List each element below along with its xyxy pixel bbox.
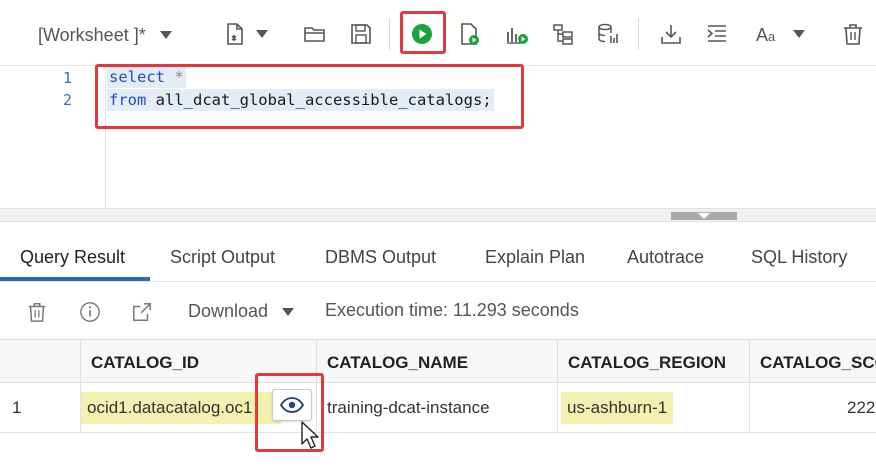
new-worksheet-button[interactable] bbox=[218, 18, 252, 50]
explain-plan-button[interactable] bbox=[500, 18, 534, 50]
run-script-icon bbox=[461, 23, 479, 45]
clear-output-icon bbox=[598, 23, 618, 43]
mouse-cursor-icon bbox=[301, 421, 319, 449]
catalog-scope-value: 222 bbox=[847, 398, 876, 417]
execution-time: Execution time: 11.293 seconds bbox=[325, 300, 579, 320]
tab-dbms-output[interactable]: DBMS Output bbox=[325, 222, 436, 282]
code-line[interactable]: from all_dcat_global_accessible_catalogs… bbox=[107, 89, 494, 111]
column-header[interactable]: CATALOG_REGION bbox=[557, 340, 749, 384]
line-number: 1 bbox=[62, 69, 72, 87]
save-button[interactable] bbox=[344, 18, 378, 50]
table-row[interactable]: 1 ocid1.datacatalog.oc1 training-dcat-in… bbox=[0, 383, 876, 433]
toolbar-divider bbox=[638, 18, 639, 50]
save-icon bbox=[351, 24, 371, 44]
sql-keyword: from bbox=[109, 91, 147, 109]
autotrace-button[interactable] bbox=[546, 18, 580, 50]
chevron-down-icon bbox=[282, 307, 295, 316]
new-worksheet-icon bbox=[227, 23, 243, 45]
chevron-down-icon bbox=[159, 31, 172, 39]
worksheet-label: [Worksheet ]* bbox=[38, 24, 146, 45]
font-case-menu-icon[interactable] bbox=[793, 30, 805, 38]
external-link-icon bbox=[133, 303, 151, 321]
gutter-divider bbox=[105, 66, 106, 208]
svg-text:a: a bbox=[768, 29, 776, 44]
catalog-name-cell[interactable]: training-dcat-instance bbox=[316, 383, 557, 433]
delete-icon bbox=[844, 24, 862, 45]
format-button[interactable] bbox=[700, 18, 734, 50]
open-button[interactable] bbox=[298, 18, 332, 50]
download-button[interactable] bbox=[654, 18, 688, 50]
line-number: 2 bbox=[62, 91, 72, 109]
explain-plan-icon bbox=[507, 28, 528, 44]
run-statement-button[interactable] bbox=[405, 18, 439, 50]
autotrace-icon bbox=[553, 24, 573, 45]
row-number-header bbox=[0, 340, 80, 384]
row-number: 1 bbox=[12, 398, 22, 417]
tab-explain-plan[interactable]: Explain Plan bbox=[485, 222, 585, 282]
column-header[interactable]: CATALOG_NAME bbox=[316, 340, 557, 384]
clear-output-button[interactable] bbox=[591, 18, 625, 50]
sql-text: * bbox=[165, 68, 184, 86]
download-icon bbox=[661, 25, 681, 44]
sql-text: all_dcat_global_accessible_catalogs; bbox=[146, 91, 492, 109]
results-toolbar: Download Execution time: 11.293 seconds bbox=[0, 283, 876, 339]
open-in-new-button[interactable] bbox=[129, 299, 155, 325]
worksheet-selector[interactable]: [Worksheet ]* bbox=[38, 22, 172, 48]
tab-script-output[interactable]: Script Output bbox=[170, 222, 275, 282]
column-header[interactable]: CATALOG_ID bbox=[80, 340, 316, 384]
sql-keyword: select bbox=[109, 68, 165, 86]
catalog-region-cell[interactable]: us-ashburn-1 bbox=[557, 383, 749, 433]
svg-text:A: A bbox=[756, 25, 768, 45]
catalog-scope-cell[interactable]: 222 bbox=[749, 383, 876, 433]
output-tabs: Query Result Script Output DBMS Output E… bbox=[0, 222, 876, 282]
worksheet-toolbar: [Worksheet ]* A a bbox=[0, 0, 876, 66]
info-button[interactable] bbox=[77, 299, 103, 325]
run-script-button[interactable] bbox=[452, 18, 486, 50]
sql-editor[interactable]: 1 2 select * from all_dcat_global_access… bbox=[0, 64, 876, 208]
active-tab-indicator bbox=[0, 277, 150, 281]
delete-results-button[interactable] bbox=[24, 299, 50, 325]
info-icon bbox=[80, 302, 100, 322]
tab-sql-history[interactable]: SQL History bbox=[751, 222, 847, 282]
results-grid: CATALOG_ID CATALOG_NAME CATALOG_REGION C… bbox=[0, 339, 876, 452]
tab-query-result[interactable]: Query Result bbox=[20, 222, 125, 282]
catalog-id-value: ocid1.datacatalog.oc1 bbox=[81, 392, 281, 424]
delete-worksheet-button[interactable] bbox=[836, 18, 870, 50]
font-case-icon: A a bbox=[756, 25, 776, 45]
toolbar-divider bbox=[389, 18, 390, 50]
download-menu[interactable]: Download bbox=[188, 301, 295, 322]
grid-header: CATALOG_ID CATALOG_NAME CATALOG_REGION C… bbox=[0, 339, 876, 384]
new-worksheet-menu-icon[interactable] bbox=[256, 30, 268, 38]
pane-splitter[interactable] bbox=[0, 208, 876, 222]
trash-icon bbox=[28, 303, 46, 322]
tab-autotrace[interactable]: Autotrace bbox=[627, 222, 704, 282]
eye-icon bbox=[280, 397, 304, 413]
run-statement-icon bbox=[412, 24, 432, 44]
catalog-region-value: us-ashburn-1 bbox=[561, 392, 674, 424]
view-value-button[interactable] bbox=[272, 389, 312, 421]
column-header[interactable]: CATALOG_SCO bbox=[749, 340, 876, 384]
format-icon bbox=[707, 25, 726, 42]
code-line[interactable]: select * bbox=[107, 66, 186, 88]
download-label: Download bbox=[188, 301, 269, 321]
collapse-arrow-icon bbox=[698, 213, 710, 219]
open-folder-icon bbox=[304, 27, 325, 42]
font-case-button[interactable]: A a bbox=[752, 18, 782, 50]
